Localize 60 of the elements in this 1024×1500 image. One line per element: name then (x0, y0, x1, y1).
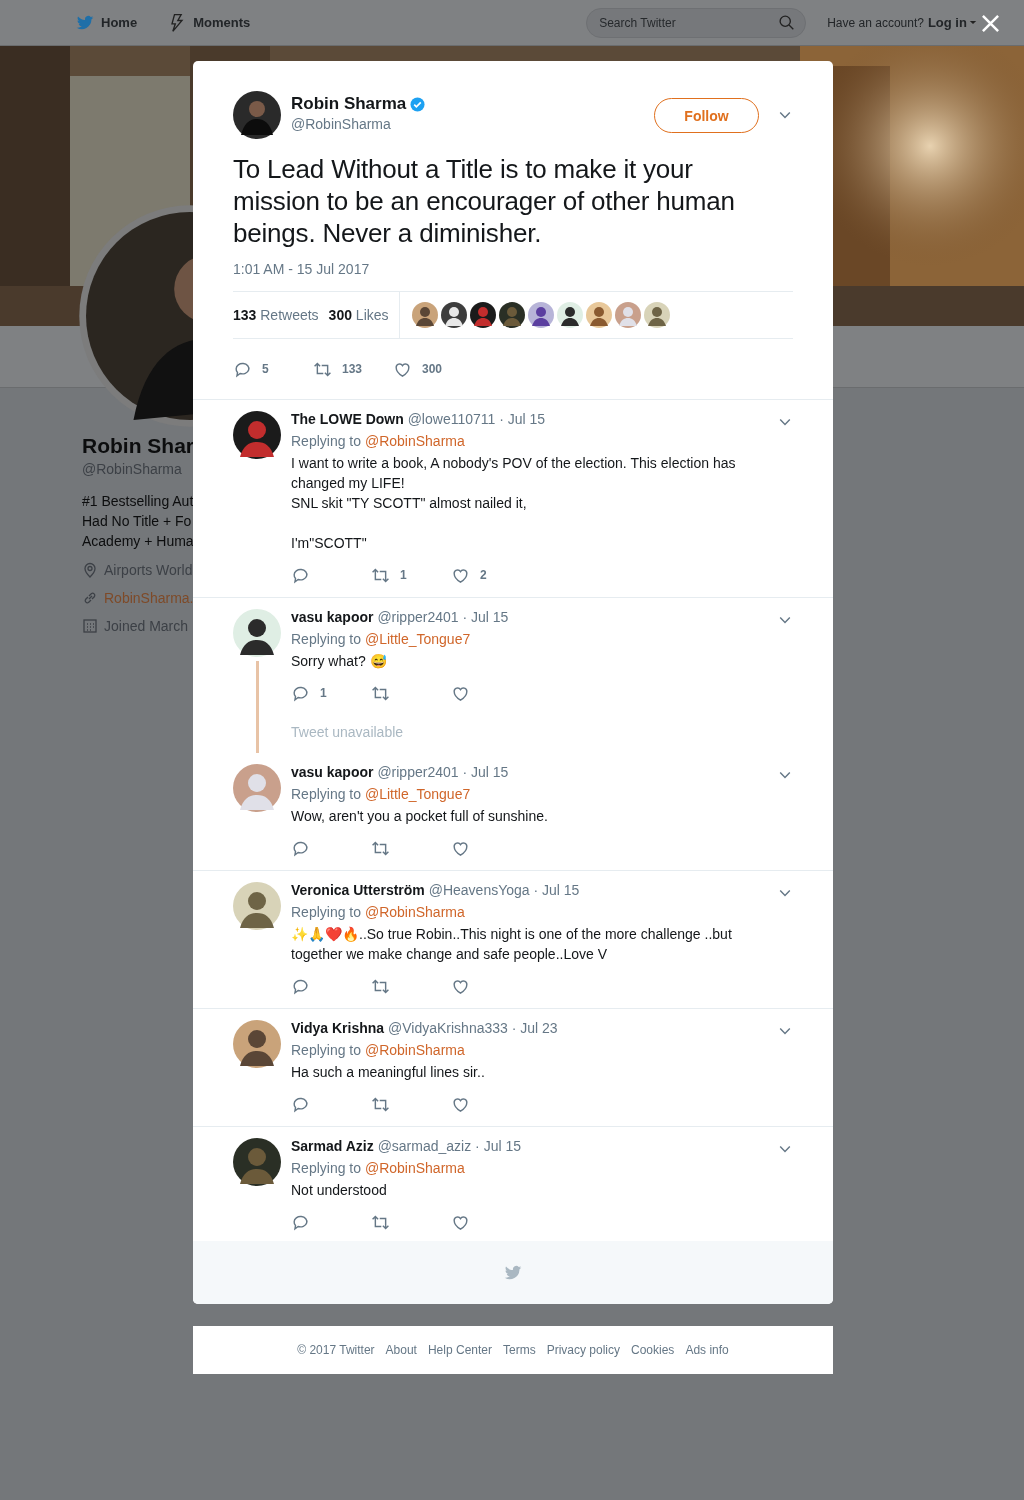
profile-handle: @RobinSharma (82, 461, 182, 477)
like-button[interactable]: 300 (393, 359, 473, 379)
reply-text: ✨🙏❤🔥..So true Robin..This night is one of the more challenge ..but together we make change and safe people..Love V (291, 925, 733, 964)
mention-link[interactable]: @RobinSharma (364, 904, 465, 920)
reply-handle-date: @ripper2401 · Jul 15 (377, 764, 509, 780)
tweet-unavailable-notice: Tweet unavailable (291, 724, 404, 740)
nav-link[interactable]: Home (75, 12, 138, 33)
reply-handle-date: @ripper2401 · Jul 15 (377, 609, 509, 625)
footer-link[interactable]: Help Center (427, 1343, 492, 1357)
reply-text: Not understood (291, 1181, 388, 1200)
footer-link[interactable]: © 2017 Twitter (297, 1343, 375, 1357)
footer-link[interactable]: Terms (503, 1343, 536, 1357)
reply-author-name: Vidya Krishna (291, 1020, 385, 1036)
retweet-button[interactable]: 1 (371, 565, 451, 585)
caret-icon (968, 20, 977, 25)
link-icon (82, 590, 98, 606)
profile-joined-date: Joined March (104, 618, 189, 634)
replying-to-text: Replying to (291, 433, 362, 449)
mention-link[interactable]: @RobinSharma (364, 1160, 465, 1176)
reply-handle-date: @sarmad_aziz · Jul 15 (377, 1138, 521, 1154)
footer-link[interactable]: Ads info (685, 1343, 729, 1357)
replying-to-text: Replying to (291, 786, 362, 802)
account-prompt: Have an account? (827, 15, 924, 30)
reply-author-name: vasu kapoor (291, 609, 374, 625)
profile-bio: #1 Bestselling Aut Had No Title + Fo Academy + Huma (82, 492, 194, 551)
reply-handle-date: @lowe110711 · Jul 15 (407, 411, 546, 427)
replying-to-text: Replying to (291, 904, 362, 920)
reply-text: Sorry what? 😅 (291, 652, 388, 671)
retweet-button[interactable]: 133 (313, 359, 393, 379)
search-icon (778, 14, 796, 31)
footer-link[interactable]: Privacy policy (546, 1343, 620, 1357)
profile-name: Robin Shar (82, 434, 194, 458)
calendar-icon (82, 618, 98, 634)
nav-link[interactable]: Moments (167, 12, 251, 33)
footer-link[interactable]: Cookies (631, 1343, 675, 1357)
reply-text: Ha such a meaningful lines sir.. (291, 1063, 486, 1082)
replying-to-text: Replying to (291, 1160, 362, 1176)
reply-handle-date: @HeavensYoga · Jul 15 (428, 882, 580, 898)
reply-handle-date: @VidyaKrishna333 · Jul 23 (388, 1020, 558, 1036)
location-pin-icon (82, 562, 98, 578)
reply-button[interactable]: 1 (291, 683, 371, 703)
profile-location: Airports World (104, 562, 193, 578)
footer-link[interactable]: About (385, 1343, 417, 1357)
reply-text: Wow, aren't you a pocket full of sunshine. (291, 807, 549, 826)
reply-author-name: Veronica Utterström (291, 882, 425, 898)
close-icon[interactable] (981, 14, 1000, 33)
reply-text: I want to write a book, A nobody's POV of the election. This election has changed my LIFE! SNL skit "TY SCOTT" almost nailed it, I'm"SCOTT" (291, 454, 737, 553)
mention-link[interactable]: @RobinSharma (364, 433, 465, 449)
login-link[interactable]: Log in (927, 15, 977, 30)
replying-to-text: Replying to (291, 631, 362, 647)
reply-author-name: vasu kapoor (291, 764, 374, 780)
reply-author-name: The LOWE Down (291, 411, 404, 427)
search-input[interactable]: Search Twitter (597, 14, 779, 31)
mention-link[interactable]: @RobinSharma (364, 1042, 465, 1058)
mention-link[interactable]: @Little_Tongue7 (364, 786, 471, 802)
reply-author-name: Sarmad Aziz (291, 1138, 374, 1154)
replying-to-text: Replying to (291, 1042, 362, 1058)
like-button[interactable]: 2 (451, 565, 531, 585)
mention-link[interactable]: @Little_Tongue7 (364, 631, 471, 647)
search-field[interactable]: Search Twitter (586, 7, 807, 38)
